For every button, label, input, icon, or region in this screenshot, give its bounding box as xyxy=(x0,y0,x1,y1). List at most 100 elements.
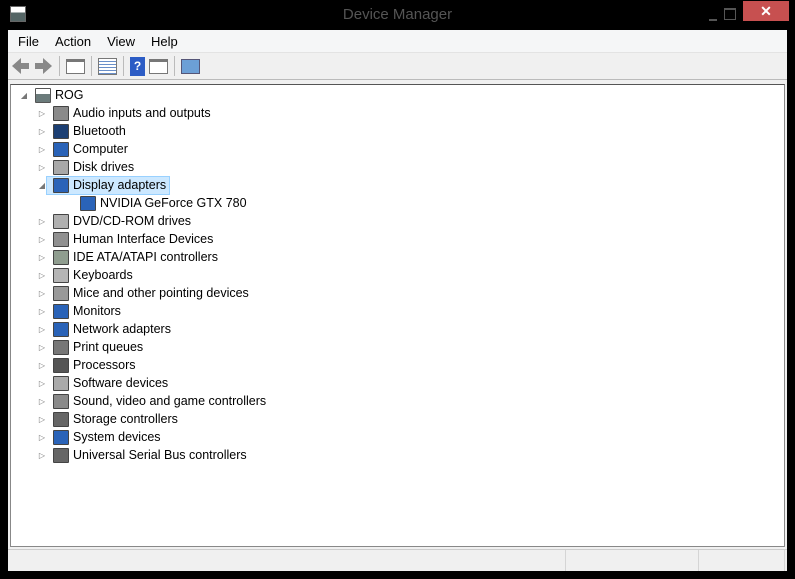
category-label: Monitors xyxy=(73,304,121,318)
category-label: Sound, video and game controllers xyxy=(73,394,267,408)
expand-arrow-icon[interactable]: ▷ xyxy=(37,397,47,406)
category-item[interactable]: Processors xyxy=(47,357,136,374)
help-icon[interactable]: ? xyxy=(130,56,145,76)
expand-arrow-icon[interactable]: ▷ xyxy=(37,325,47,334)
collapse-arrow-icon[interactable]: ◢ xyxy=(37,181,47,190)
system-devices-icon xyxy=(53,429,69,445)
hid-icon xyxy=(53,231,69,247)
tree-category-disk-drives[interactable]: ▷ Disk drives xyxy=(37,158,134,176)
category-item[interactable]: Software devices xyxy=(47,375,168,392)
tree-category-human-interface-devices[interactable]: ▷ Human Interface Devices xyxy=(37,230,213,248)
category-item[interactable]: Human Interface Devices xyxy=(47,231,213,248)
tree-category-processors[interactable]: ▷ Processors xyxy=(37,356,136,374)
gpu-device-icon xyxy=(80,195,96,211)
category-item[interactable]: Print queues xyxy=(47,339,143,356)
toolbar-separator xyxy=(91,56,92,76)
expand-arrow-icon[interactable]: ▷ xyxy=(37,289,47,298)
tree-category-monitors[interactable]: ▷ Monitors xyxy=(37,302,121,320)
tree-category-display-adapters[interactable]: ◢ Display adapters xyxy=(37,175,171,195)
tree-category-storage-controllers[interactable]: ▷ Storage controllers xyxy=(37,410,178,428)
expand-arrow-icon[interactable]: ▷ xyxy=(37,109,47,118)
properties-icon[interactable] xyxy=(98,57,117,75)
status-section xyxy=(566,550,699,571)
tree-category-print-queues[interactable]: ▷ Print queues xyxy=(37,338,143,356)
collapse-arrow-icon[interactable]: ◢ xyxy=(19,91,29,100)
menu-file[interactable]: File xyxy=(10,34,47,49)
expand-arrow-icon[interactable]: ▷ xyxy=(37,361,47,370)
category-item[interactable]: Storage controllers xyxy=(47,411,178,428)
menu-help[interactable]: Help xyxy=(143,34,186,49)
storage-controller-icon xyxy=(53,411,69,427)
window-title: Device Manager xyxy=(342,6,453,23)
close-button[interactable]: ✕ xyxy=(743,1,789,21)
display-adapter-icon xyxy=(53,177,69,193)
category-label: DVD/CD-ROM drives xyxy=(73,214,192,228)
tree-category-dvd-cd-rom-drives[interactable]: ▷ DVD/CD-ROM drives xyxy=(37,212,191,230)
toolbar-separator xyxy=(123,56,124,76)
show-action-pane-icon[interactable] xyxy=(149,58,168,74)
category-item[interactable]: Network adapters xyxy=(47,321,171,338)
toolbar-separator xyxy=(59,56,60,76)
printer-icon xyxy=(53,339,69,355)
device-tree[interactable]: ◢ ROG ▷ Audio inputs and outputs ▷ Bluetoot… xyxy=(10,84,785,547)
client-area: File Action View Help ? ◢ ROG ▷ Audio inp… xyxy=(8,30,787,571)
category-item[interactable]: Keyboards xyxy=(47,267,133,284)
back-icon[interactable] xyxy=(11,57,30,76)
maximize-button[interactable] xyxy=(716,6,742,24)
tree-category-ide-ata-atapi-controllers[interactable]: ▷ IDE ATA/ATAPI controllers xyxy=(37,248,218,266)
tree-category-universal-serial-bus-controllers[interactable]: ▷ Universal Serial Bus controllers xyxy=(37,446,247,464)
tree-category-audio-inputs-and-outputs[interactable]: ▷ Audio inputs and outputs xyxy=(37,104,211,122)
menu-view[interactable]: View xyxy=(99,34,143,49)
category-item[interactable]: Bluetooth xyxy=(47,123,126,140)
expand-arrow-icon[interactable]: ▷ xyxy=(37,433,47,442)
tree-category-keyboards[interactable]: ▷ Keyboards xyxy=(37,266,133,284)
toolbar-separator xyxy=(174,56,175,76)
tree-category-system-devices[interactable]: ▷ System devices xyxy=(37,428,161,446)
expand-arrow-icon[interactable]: ▷ xyxy=(37,451,47,460)
expand-arrow-icon[interactable]: ▷ xyxy=(37,253,47,262)
expand-arrow-icon[interactable]: ▷ xyxy=(37,271,47,280)
tree-device[interactable]: NVIDIA GeForce GTX 780 xyxy=(74,194,247,212)
category-label: Disk drives xyxy=(73,160,135,174)
expand-arrow-icon[interactable]: ▷ xyxy=(37,379,47,388)
dvd-drive-icon xyxy=(53,213,69,229)
expand-arrow-icon[interactable]: ▷ xyxy=(37,415,47,424)
computer-icon xyxy=(53,141,69,157)
category-label: Print queues xyxy=(73,340,144,354)
tree-root-label: ROG xyxy=(55,88,84,102)
show-hide-console-tree-icon[interactable] xyxy=(66,58,85,74)
tree-category-computer[interactable]: ▷ Computer xyxy=(37,140,128,158)
expand-arrow-icon[interactable]: ▷ xyxy=(37,235,47,244)
category-label: Mice and other pointing devices xyxy=(73,286,249,300)
expand-arrow-icon[interactable]: ▷ xyxy=(37,343,47,352)
processor-icon xyxy=(53,357,69,373)
category-item[interactable]: Audio inputs and outputs xyxy=(47,105,211,122)
expand-arrow-icon[interactable]: ▷ xyxy=(37,145,47,154)
tree-category-network-adapters[interactable]: ▷ Network adapters xyxy=(37,320,171,338)
category-item[interactable]: IDE ATA/ATAPI controllers xyxy=(47,249,218,266)
menu-action[interactable]: Action xyxy=(47,34,99,49)
category-item[interactable]: Universal Serial Bus controllers xyxy=(47,447,247,464)
category-item[interactable]: Disk drives xyxy=(47,159,134,176)
tree-category-bluetooth[interactable]: ▷ Bluetooth xyxy=(37,122,126,140)
tree-root[interactable]: ◢ ROG xyxy=(19,86,83,104)
scan-hardware-icon[interactable] xyxy=(181,58,200,74)
expand-arrow-icon[interactable]: ▷ xyxy=(37,217,47,226)
category-item[interactable]: Sound, video and game controllers xyxy=(47,393,266,410)
category-item[interactable]: Monitors xyxy=(47,303,121,320)
expand-arrow-icon[interactable]: ▷ xyxy=(37,307,47,316)
computer-root-icon xyxy=(35,87,51,103)
category-item[interactable]: Mice and other pointing devices xyxy=(47,285,249,302)
category-item[interactable]: Display adapters xyxy=(45,175,171,195)
tree-category-mice-and-other-pointing-devices[interactable]: ▷ Mice and other pointing devices xyxy=(37,284,249,302)
category-item[interactable]: Computer xyxy=(47,141,128,158)
category-label: Human Interface Devices xyxy=(73,232,214,246)
category-item[interactable]: DVD/CD-ROM drives xyxy=(47,213,191,230)
expand-arrow-icon[interactable]: ▷ xyxy=(37,127,47,136)
tree-category-software-devices[interactable]: ▷ Software devices xyxy=(37,374,168,392)
expand-arrow-icon[interactable]: ▷ xyxy=(37,163,47,172)
forward-icon[interactable] xyxy=(34,57,53,76)
category-label: Bluetooth xyxy=(73,124,126,138)
tree-category-sound-video-and-game-controllers[interactable]: ▷ Sound, video and game controllers xyxy=(37,392,266,410)
category-item[interactable]: System devices xyxy=(47,429,161,446)
